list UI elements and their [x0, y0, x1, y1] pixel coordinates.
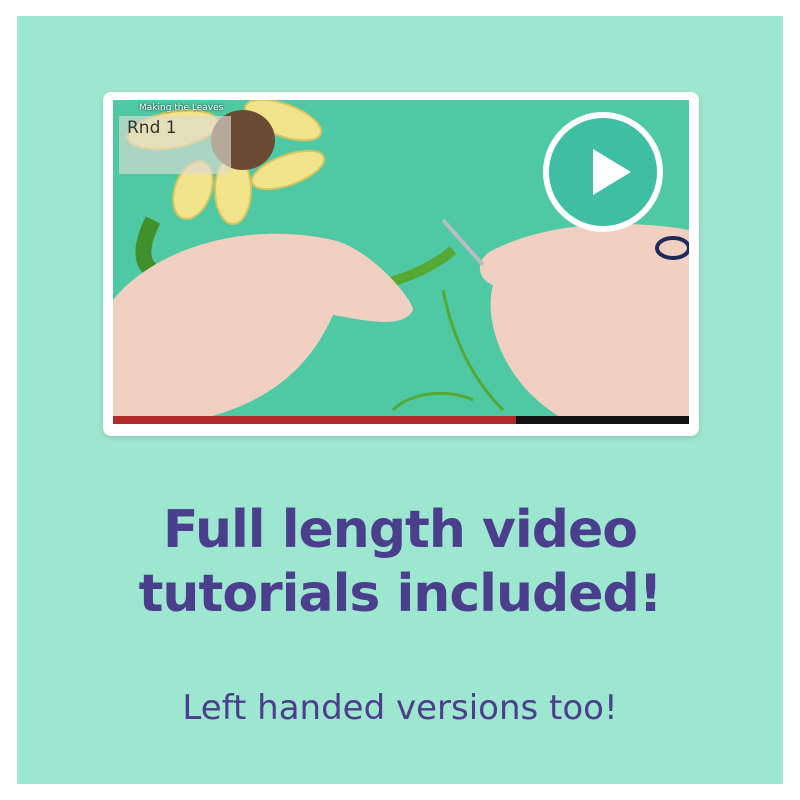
progress-bar[interactable]	[113, 416, 689, 424]
headline-line-2: tutorials included!	[138, 564, 663, 624]
play-button[interactable]	[543, 112, 663, 232]
video-player[interactable]: Making the Leaves Rnd 1	[113, 100, 689, 424]
progress-fill	[113, 416, 517, 424]
play-icon	[593, 149, 631, 195]
headline: Full length video tutorials included!	[17, 498, 783, 626]
subline: Left handed versions too!	[182, 688, 618, 728]
round-label: Rnd 1	[127, 118, 177, 138]
promo-canvas: Making the Leaves Rnd 1 Full length vide…	[17, 16, 783, 784]
headline-line-1: Full length video	[163, 500, 638, 560]
scene-title: Making the Leaves	[139, 103, 224, 113]
video-card: Making the Leaves Rnd 1	[103, 92, 699, 436]
